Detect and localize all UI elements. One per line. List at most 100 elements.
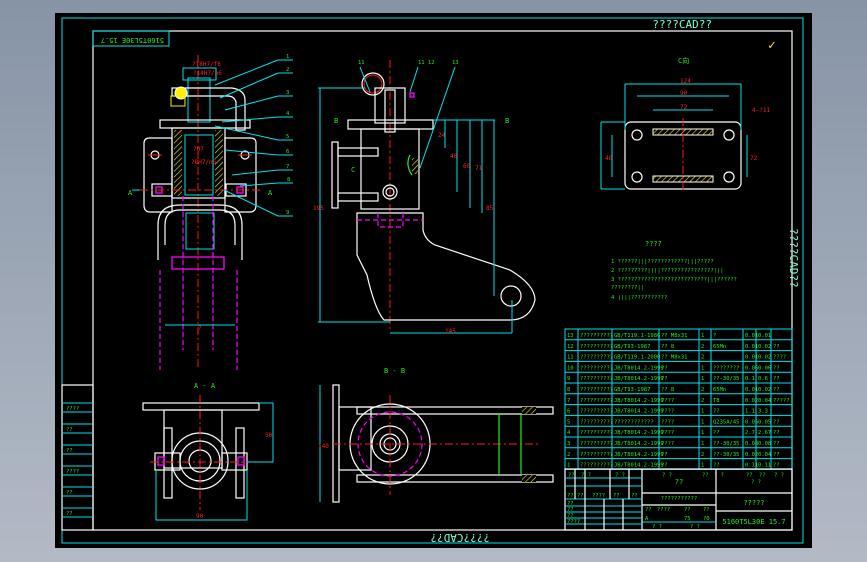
dimension-aa-1: 90 [196, 513, 204, 520]
parts-table-cell: 0.06 [758, 365, 771, 371]
parts-table-cell: ?? [713, 409, 720, 415]
parts-table-cell: ?? [773, 387, 780, 393]
parts-table-cell: ?????????? [580, 419, 613, 425]
side-letter-c: C [351, 166, 355, 174]
parts-table-cell: ????? [773, 398, 790, 404]
parts-table-cell: ???? [661, 441, 674, 447]
parts-table-cell: 10 [567, 365, 574, 371]
dimension-main-2: ?14H7/n6 [193, 70, 222, 77]
sheet-1: ? ? [652, 524, 662, 530]
parts-table-header-sub: ? ? [751, 479, 761, 485]
parts-table-cell: 2 [701, 452, 704, 458]
stage-2: ???? [657, 507, 670, 513]
parts-table-cell: 12 [567, 344, 574, 350]
company-name: ?? [675, 478, 683, 486]
parts-table-cell: GB/T119.1-2000 [614, 355, 660, 361]
parts-table-cell: GB/T93-1987 [614, 387, 650, 393]
title-bottom: ????CAD?? [430, 531, 490, 544]
parts-table-header-cell: ?? [759, 472, 766, 478]
note-3: 3 ???????????????????????????|||?????? [611, 277, 737, 283]
dimension-side-2: 40 [450, 153, 458, 160]
dimension-c-5: 40 [605, 155, 613, 162]
dimension-c-6: 72 [750, 155, 758, 162]
parts-table-cell: 0.02 [758, 355, 771, 361]
parts-table-cell: ?? [773, 452, 780, 458]
cad-drawing-canvas[interactable]: ????CAD?? ????CAD?? ????CAD?? 5160T5L30E… [0, 0, 867, 562]
section-a-label: A - A [194, 382, 216, 390]
callout-2: 2 [286, 67, 289, 73]
parts-table-header-cell: ? ? [662, 472, 672, 478]
parts-table-cell: 0.6 [758, 376, 768, 382]
scale-2: 75 [684, 516, 691, 522]
parts-table-cell: ?????????? [580, 452, 613, 458]
sheet-2: ? ? [690, 524, 700, 530]
parts-table-cell: ?????????? [580, 355, 613, 361]
note-1: 1 ??????|||????????????|||????? [611, 259, 714, 265]
parts-table-cell: JB/T8014.2-1999 [614, 376, 664, 382]
parts-table-cell: JB/T8014.2-1999 [614, 463, 664, 469]
dimension-c-2: 90 [680, 90, 688, 97]
dimension-side-height: 195 [313, 205, 324, 212]
dimension-main-1: ?18H7/f6 [192, 61, 221, 68]
parts-table-cell: ?????????? [580, 333, 613, 339]
section-mark-b-left: B [334, 117, 338, 125]
stage-4: ?? [703, 507, 710, 513]
parts-table-cell: ?????????? [580, 430, 613, 436]
label-2: ?? [577, 493, 584, 499]
label-4: ?? [613, 493, 620, 499]
view-c-label: C向 [678, 56, 689, 65]
parts-table-cell: 3 [567, 441, 570, 447]
parts-table-cell: ?????????? [580, 344, 613, 350]
left-stamp-item: ???? [66, 469, 79, 475]
label-3: ???? [592, 493, 605, 499]
dimension-side-4: 71 [475, 165, 483, 172]
parts-table-cell: 1 [701, 409, 704, 415]
section-b-label: B - B [384, 367, 405, 375]
parts-table-cell: 0.08 [758, 441, 771, 447]
drawing-name: ??????????? [661, 496, 697, 502]
callout-11-12: 11 12 [418, 60, 435, 66]
drawing-number: 5160T5L30E 15.7 [722, 518, 785, 526]
parts-table-cell: JB/T8014.2-1999 [614, 430, 664, 436]
stage-3: ?? [684, 507, 691, 513]
approval-4: ???? [567, 519, 580, 525]
parts-table-cell: 0.05 [758, 419, 771, 425]
parts-table-cell: 1 [701, 463, 704, 469]
dimension-side-1: 24 [438, 132, 446, 139]
parts-table-cell: ?????????? [580, 398, 613, 404]
parts-table-cell: ?? 8 [661, 344, 674, 350]
parts-table-cell: 1 [701, 333, 704, 339]
parts-table-cell: ?? [661, 376, 668, 382]
parts-table-cell: 2 [701, 387, 704, 393]
title-right: ????CAD?? [787, 228, 800, 288]
parts-table-cell: 2 [701, 344, 704, 350]
parts-table-cell: 7 [567, 398, 570, 404]
parts-table-cell: 1 [567, 463, 570, 469]
drawing-title: ????? [743, 499, 764, 507]
dimension-c-4: 4-?11 [752, 107, 770, 114]
drawing-code-text: 5160T5L30E 15.7 [101, 36, 164, 44]
parts-table-cell: ?????????? [580, 441, 613, 447]
parts-table-cell: ?? [713, 430, 720, 436]
parts-table-cell: 2.67 [758, 430, 771, 436]
parts-table-cell: ?? [773, 376, 780, 382]
parts-table-cell: 3.3 [758, 409, 768, 415]
parts-table-cell: ???? [661, 398, 674, 404]
parts-table-cell: ??-30/35 [713, 441, 740, 447]
parts-table-cell: ?? [773, 344, 780, 350]
parts-table-cell: 2.7 [745, 430, 755, 436]
parts-table-cell: ?????????? [580, 463, 613, 469]
label-1: ?? [567, 493, 574, 499]
parts-table-cell: ?????????? [580, 365, 613, 371]
left-stamp-item: ?? [66, 490, 73, 496]
dimension-side-width: 145 [445, 328, 456, 335]
parts-table-cell: ?????????? [580, 409, 613, 415]
parts-table-cell: 0.04 [758, 452, 772, 458]
parts-table-row: 13?????????? GB/T119.1-1986?? M8x31 1? 0.01… [565, 333, 792, 341]
parts-table-cell: 0.02 [758, 344, 771, 350]
parts-table-cell: ?????????? [580, 387, 613, 393]
parts-table-cell: ??-30/35 [713, 452, 740, 458]
callout-6: 6 [286, 149, 289, 155]
parts-table-cell: ???? [661, 409, 674, 415]
parts-table-cell: ??-30/35 [713, 376, 740, 382]
